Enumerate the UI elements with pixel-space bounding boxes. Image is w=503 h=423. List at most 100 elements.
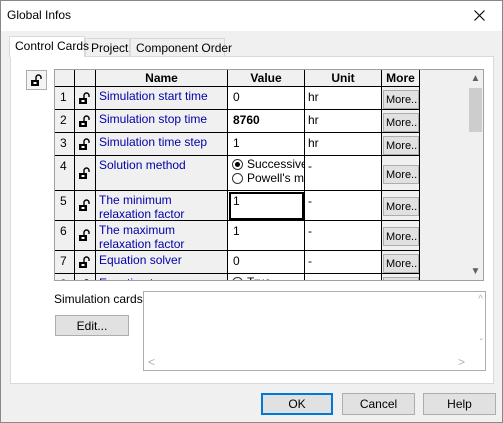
row-name: Solution method — [96, 156, 228, 191]
row-unit[interactable]: - — [305, 191, 382, 221]
more-button[interactable]: More... — [383, 90, 419, 109]
row-more-cell: More... — [382, 191, 420, 221]
close-button[interactable] — [456, 1, 502, 30]
row-unit[interactable]: - — [305, 221, 382, 251]
textarea-scroll-left-icon[interactable]: < — [148, 355, 155, 369]
row-unit[interactable]: - — [305, 156, 382, 191]
row-value-input[interactable]: 1 — [228, 221, 305, 251]
row-more-cell: More... — [382, 110, 420, 133]
row-lock-toggle[interactable] — [75, 221, 96, 251]
row-name: Simulation stop time — [96, 110, 228, 133]
row-unit[interactable]: hr — [305, 110, 382, 133]
grid-vertical-scrollbar[interactable]: ▲ ▼ — [467, 70, 483, 280]
row-value-radio-group[interactable]: Successive Powell's me — [228, 156, 305, 191]
row-lock-toggle[interactable] — [75, 133, 96, 156]
textarea-scroll-right-icon[interactable]: > — [458, 355, 465, 369]
cancel-button[interactable]: Cancel — [342, 393, 415, 415]
row-lock-toggle[interactable] — [75, 274, 96, 280]
lock-icon — [84, 278, 89, 280]
radio-option[interactable]: True — [232, 275, 300, 280]
row-number: 7 — [55, 251, 75, 274]
more-button[interactable]: More... — [383, 254, 419, 273]
lock-icon — [79, 137, 90, 150]
row-unit[interactable]: - — [305, 251, 382, 274]
row-number: 5 — [55, 191, 75, 221]
radio-label: Powell's me — [247, 171, 305, 185]
textarea-scroll-down-icon[interactable]: ˇ — [480, 338, 483, 349]
lock-all-button[interactable] — [26, 70, 47, 90]
lock-icon — [79, 229, 90, 241]
row-unit[interactable]: hr — [305, 87, 382, 110]
scroll-down-arrow-icon[interactable]: ▼ — [467, 263, 483, 280]
control-cards-grid: Name Value Unit More 1 Simulation start t… — [54, 69, 484, 281]
row-more-cell: More... — [382, 251, 420, 274]
window-title: Global Infos — [7, 8, 72, 22]
row-number: 8 — [55, 274, 75, 280]
row-value-input[interactable]: 8760 — [228, 110, 305, 133]
row-unit[interactable] — [305, 274, 382, 280]
row-name: Simulation start time — [96, 87, 228, 110]
row-name: Simulation time step — [96, 133, 228, 156]
title-bar: Global Infos — [1, 1, 502, 31]
row-number: 4 — [55, 156, 75, 191]
lock-icon — [79, 199, 90, 211]
header-unit: Unit — [305, 70, 382, 87]
tab-control-cards[interactable]: Control Cards — [9, 36, 89, 57]
lock-icon — [79, 114, 90, 127]
row-lock-toggle[interactable] — [75, 156, 96, 191]
row-more-cell: More... — [382, 156, 420, 191]
lock-icon — [79, 91, 90, 104]
more-button[interactable]: More... — [383, 165, 419, 184]
row-value-input[interactable]: 0 — [228, 87, 305, 110]
more-button[interactable]: More... — [383, 113, 419, 132]
radio-button[interactable] — [232, 172, 243, 184]
lock-icon — [79, 166, 90, 179]
radio-option[interactable]: Successive — [232, 157, 304, 171]
radio-label: True — [247, 275, 271, 280]
row-value-input[interactable]: 1 — [228, 133, 305, 156]
lock-icon — [30, 73, 42, 86]
row-name: Equation trace — [96, 274, 228, 280]
radio-button[interactable] — [232, 276, 243, 280]
header-name: Name — [96, 70, 228, 87]
row-value-input[interactable]: 0 — [228, 251, 305, 274]
tab-component-order[interactable]: Component Order — [130, 38, 232, 56]
row-lock-toggle[interactable] — [75, 110, 96, 133]
row-number: 1 — [55, 87, 75, 110]
more-button[interactable]: More... — [383, 277, 419, 280]
row-unit[interactable]: hr — [305, 133, 382, 156]
more-button[interactable]: More... — [383, 197, 419, 216]
row-name: The maximum relaxation factor — [96, 221, 228, 251]
radio-label: Successive — [247, 157, 305, 171]
row-value-input[interactable]: 1 — [228, 191, 305, 221]
scroll-up-arrow-icon[interactable]: ▲ — [467, 70, 483, 87]
row-name: The minimum relaxation factor — [96, 191, 228, 221]
header-more: More — [382, 70, 420, 87]
edit-button[interactable]: Edit... — [55, 315, 129, 336]
header-lock — [75, 70, 96, 87]
textarea-scroll-up-icon[interactable]: ^ — [478, 294, 483, 305]
close-icon — [473, 10, 485, 21]
ok-button[interactable]: OK — [261, 393, 333, 415]
tab-project[interactable]: Project — [85, 38, 130, 56]
row-more-cell: More... — [382, 274, 420, 280]
radio-option[interactable]: Powell's me — [232, 171, 304, 185]
simulation-cards-textarea[interactable]: ^ ˇ < > — [143, 291, 486, 371]
row-lock-toggle[interactable] — [75, 87, 96, 110]
row-number: 2 — [55, 110, 75, 133]
row-lock-toggle[interactable] — [75, 251, 96, 274]
header-num — [55, 70, 75, 87]
row-value-radio-group[interactable]: True — [228, 274, 305, 280]
row-more-cell: More... — [382, 133, 420, 156]
more-button[interactable]: More... — [383, 227, 419, 246]
scroll-thumb[interactable] — [469, 88, 482, 132]
help-button[interactable]: Help — [423, 393, 496, 415]
more-button[interactable]: More... — [383, 136, 419, 155]
row-number: 6 — [55, 221, 75, 251]
row-more-cell: More... — [382, 221, 420, 251]
radio-button[interactable] — [232, 158, 243, 170]
lock-icon — [79, 255, 90, 268]
row-lock-toggle[interactable] — [75, 191, 96, 221]
simulation-cards-label: Simulation cards: — [54, 292, 147, 306]
row-name: Equation solver — [96, 251, 228, 274]
